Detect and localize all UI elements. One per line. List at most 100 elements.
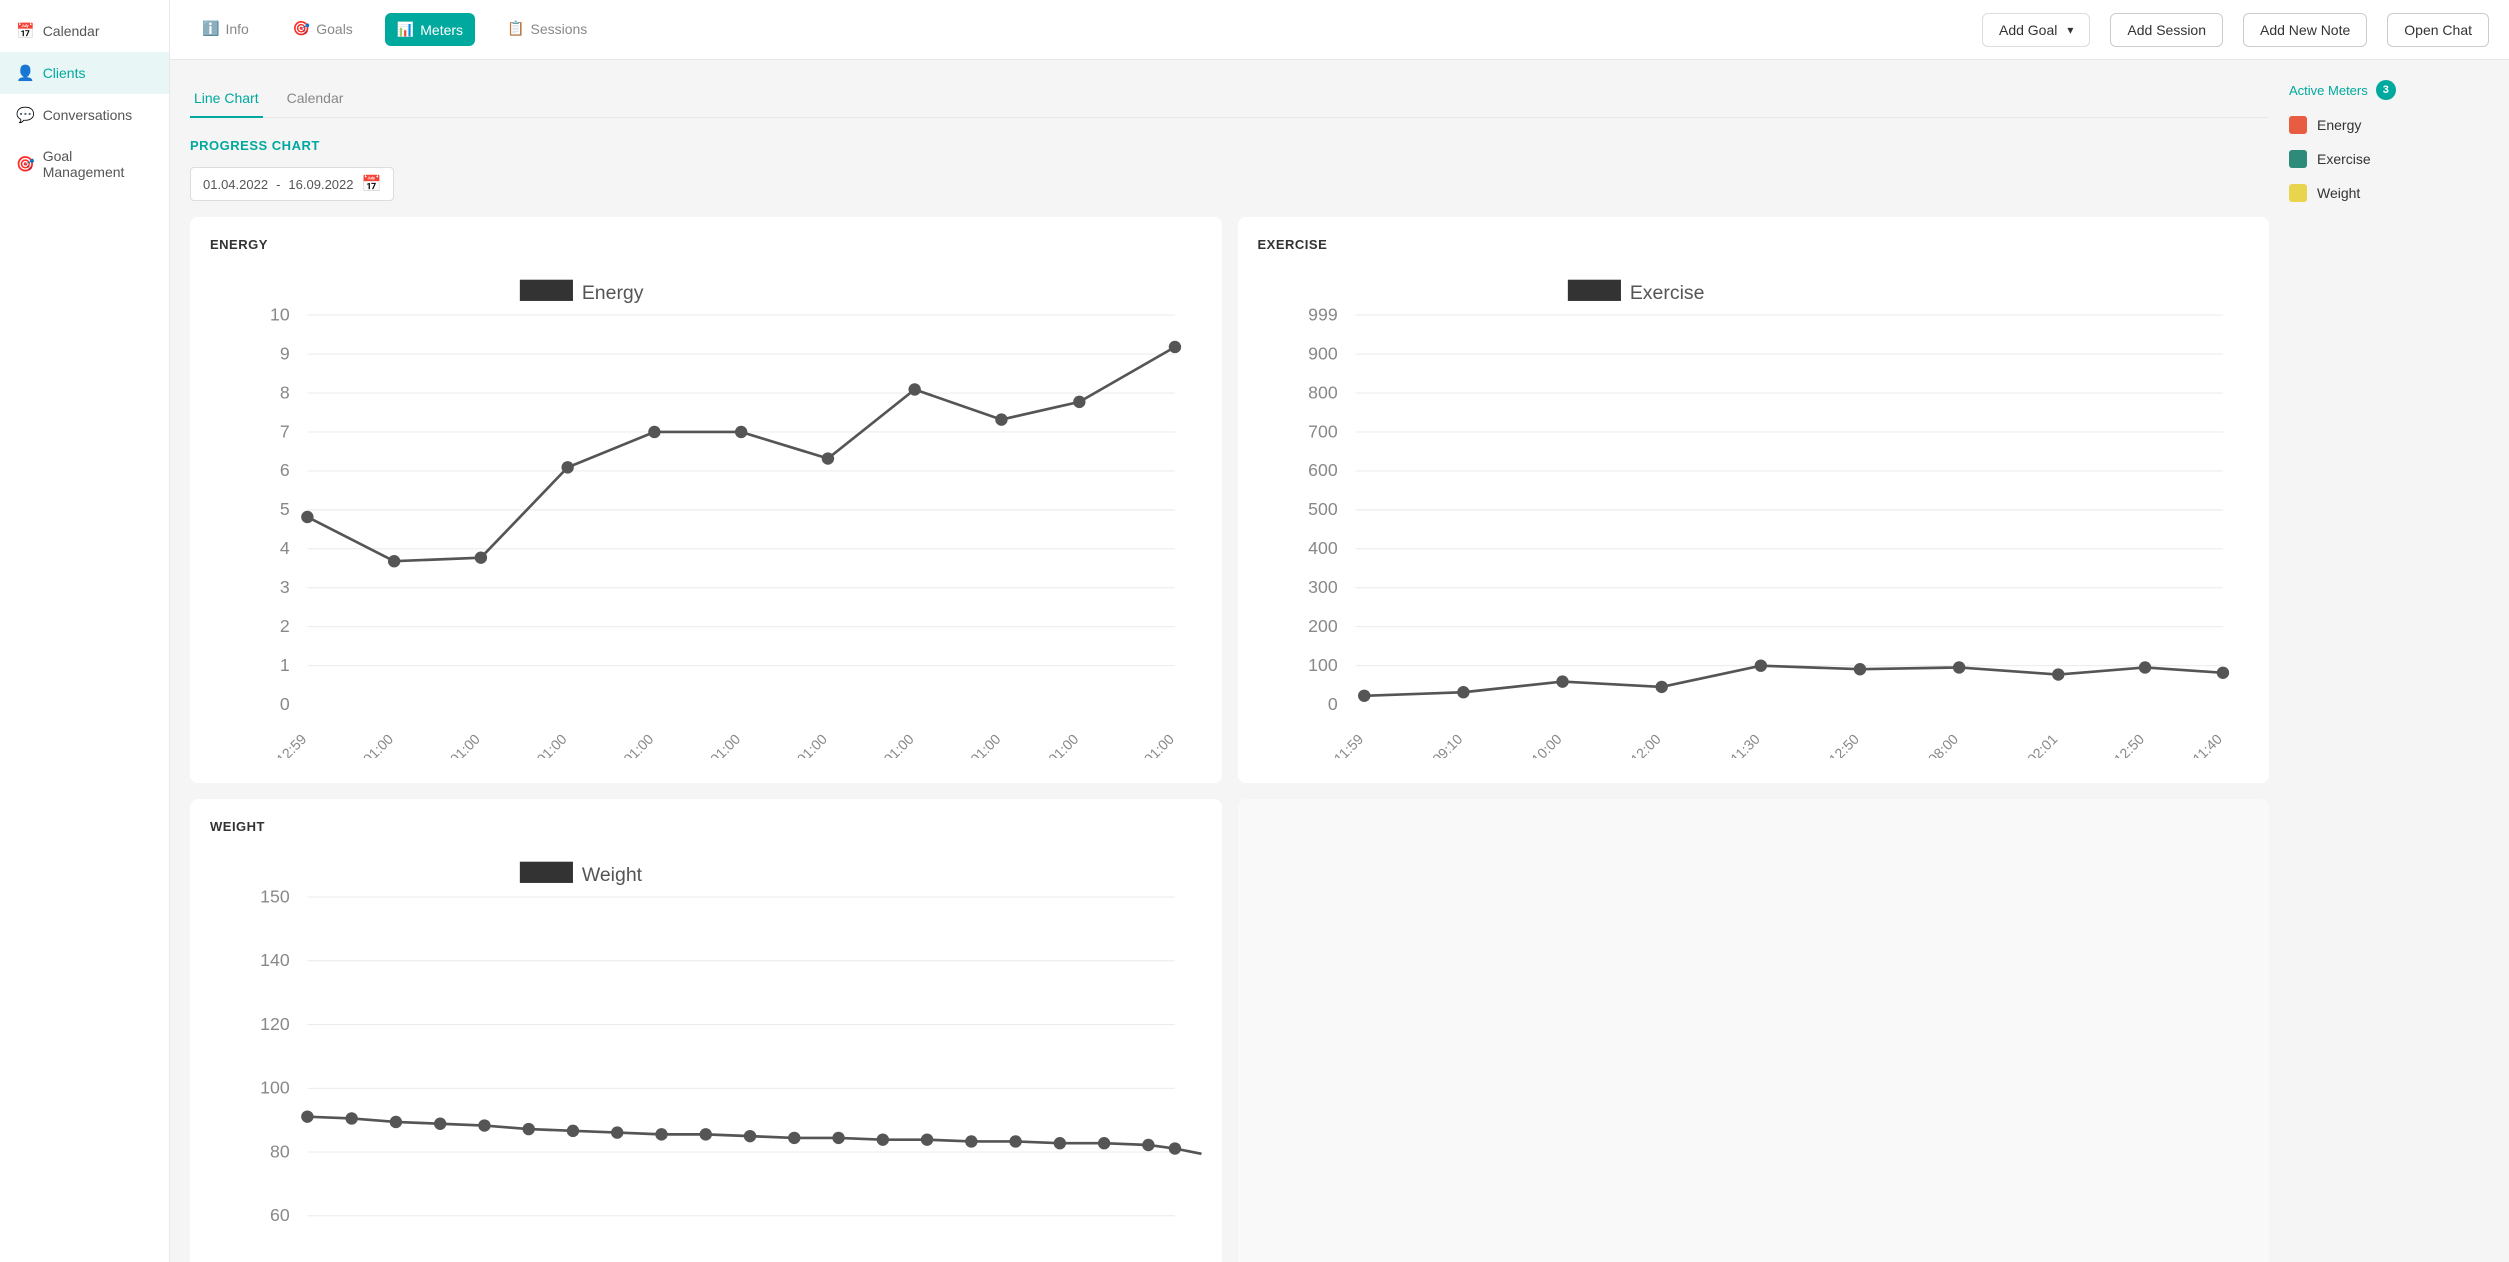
svg-text:07.05.2022 01:00: 07.05.2022 01:00 bbox=[308, 731, 397, 757]
svg-text:14.05.2022 01:00: 14.05.2022 01:00 bbox=[481, 731, 570, 757]
energy-point bbox=[561, 461, 573, 473]
meters-icon: 📊 bbox=[397, 21, 414, 38]
sub-tabs: Line Chart Calendar bbox=[190, 80, 2269, 118]
sidebar-item-calendar[interactable]: 📅 Calendar bbox=[0, 10, 169, 52]
exercise-point bbox=[1853, 663, 1865, 675]
tab-sessions[interactable]: 📋 Sessions bbox=[495, 0, 599, 60]
progress-chart-title: PROGRESS CHART bbox=[190, 138, 2269, 153]
svg-text:200: 200 bbox=[1308, 616, 1338, 636]
weight-point bbox=[345, 1112, 357, 1124]
svg-text:09.05.2022 12:00: 09.05.2022 12:00 bbox=[1575, 731, 1664, 757]
svg-text:2: 2 bbox=[280, 616, 290, 636]
svg-text:100: 100 bbox=[260, 1077, 290, 1097]
energy-line bbox=[307, 347, 1175, 561]
svg-text:500: 500 bbox=[1308, 499, 1338, 519]
svg-text:27.05.2022 01:00: 27.05.2022 01:00 bbox=[828, 731, 917, 757]
svg-text:150: 150 bbox=[260, 886, 290, 906]
exercise-point bbox=[2138, 661, 2150, 673]
weight-point bbox=[832, 1131, 844, 1143]
weight-legend-box bbox=[520, 861, 573, 882]
exercise-chart-svg: Exercise bbox=[1258, 262, 2250, 758]
weight-point bbox=[478, 1119, 490, 1131]
svg-text:30.05.2022 01:00: 30.05.2022 01:00 bbox=[993, 731, 1082, 757]
meter-label-weight: Weight bbox=[2317, 185, 2360, 201]
weight-point bbox=[611, 1126, 623, 1138]
sub-tab-calendar[interactable]: Calendar bbox=[283, 80, 348, 118]
weight-point bbox=[434, 1117, 446, 1129]
meter-label-exercise: Exercise bbox=[2317, 151, 2371, 167]
sidebar-item-clients[interactable]: 👤 Clients bbox=[0, 52, 169, 94]
weight-point bbox=[655, 1128, 667, 1140]
add-session-button[interactable]: Add Session bbox=[2110, 13, 2223, 47]
sidebar-item-goal-management[interactable]: 🎯 Goal Management bbox=[0, 136, 169, 192]
svg-text:17.05.2022 12:50: 17.05.2022 12:50 bbox=[1773, 731, 1862, 757]
calendar-icon: 📅 bbox=[16, 22, 35, 40]
weight-point bbox=[700, 1128, 712, 1140]
add-goal-label: Add Goal bbox=[1999, 22, 2057, 38]
svg-text:16.05.2022 11:30: 16.05.2022 11:30 bbox=[1675, 731, 1764, 757]
weight-point bbox=[1054, 1137, 1066, 1149]
svg-text:20.05.2022 08:00: 20.05.2022 08:00 bbox=[1872, 731, 1961, 757]
sidebar: 📅 Calendar 👤 Clients 💬 Conversations 🎯 G… bbox=[0, 0, 170, 1262]
weight-point bbox=[1009, 1135, 1021, 1147]
svg-text:7: 7 bbox=[280, 421, 290, 441]
svg-text:9: 9 bbox=[280, 343, 290, 363]
tab-info-label: Info bbox=[225, 21, 248, 37]
sidebar-item-conversations[interactable]: 💬 Conversations bbox=[0, 94, 169, 136]
exercise-legend-box bbox=[1567, 280, 1620, 301]
weight-point bbox=[788, 1131, 800, 1143]
sub-tab-line-chart[interactable]: Line Chart bbox=[190, 80, 263, 118]
svg-text:300: 300 bbox=[1308, 577, 1338, 597]
svg-text:400: 400 bbox=[1308, 538, 1338, 558]
energy-chart-container: Energy bbox=[210, 262, 1202, 763]
svg-text:08.05.2022 10:00: 08.05.2022 10:00 bbox=[1476, 731, 1565, 757]
svg-text:23.05.2022 01:00: 23.05.2022 01:00 bbox=[741, 731, 830, 757]
open-chat-label: Open Chat bbox=[2404, 22, 2472, 38]
content-area: Line Chart Calendar PROGRESS CHART 01.04… bbox=[170, 60, 2509, 1262]
svg-text:0: 0 bbox=[1327, 694, 1337, 714]
sidebar-item-label: Goal Management bbox=[43, 148, 153, 180]
exercise-line bbox=[1364, 666, 2223, 696]
weight-point bbox=[877, 1133, 889, 1145]
meter-item-exercise: Exercise bbox=[2289, 150, 2489, 168]
sessions-icon: 📋 bbox=[507, 20, 524, 37]
add-new-note-button[interactable]: Add New Note bbox=[2243, 13, 2367, 47]
exercise-point bbox=[1457, 686, 1469, 698]
svg-text:999: 999 bbox=[1308, 304, 1338, 324]
svg-text:04.05.2022 11:59: 04.05.2022 11:59 bbox=[1278, 731, 1367, 757]
energy-color-swatch bbox=[2289, 116, 2307, 134]
svg-text:1: 1 bbox=[280, 655, 290, 675]
calendar-icon: 📅 bbox=[362, 174, 382, 194]
date-range-picker[interactable]: 01.04.2022 - 16.09.2022 📅 bbox=[190, 167, 394, 201]
tab-goals[interactable]: 🎯 Goals bbox=[281, 0, 365, 60]
top-navigation: ℹ️ Info 🎯 Goals 📊 Meters 📋 Sessions Add … bbox=[170, 0, 2509, 60]
tab-info[interactable]: ℹ️ Info bbox=[190, 0, 261, 60]
weight-chart-container: Weight 150 140 120 bbox=[210, 844, 1202, 1262]
tab-meters[interactable]: 📊 Meters bbox=[385, 13, 475, 46]
tab-goals-label: Goals bbox=[316, 21, 353, 37]
exercise-chart-card: EXERCISE Exercise bbox=[1238, 217, 2270, 783]
main-panel: Line Chart Calendar PROGRESS CHART 01.04… bbox=[190, 80, 2269, 1242]
svg-text:80: 80 bbox=[270, 1141, 290, 1161]
empty-chart-card bbox=[1238, 799, 2270, 1262]
energy-point bbox=[1169, 341, 1181, 353]
weight-legend-label: Weight bbox=[582, 864, 643, 886]
svg-text:8: 8 bbox=[280, 382, 290, 402]
meter-item-energy: Energy bbox=[2289, 116, 2489, 134]
weight-point bbox=[1169, 1142, 1181, 1154]
weight-point bbox=[567, 1124, 579, 1136]
svg-text:4: 4 bbox=[280, 538, 290, 558]
energy-point bbox=[995, 413, 1007, 425]
energy-point bbox=[475, 551, 487, 563]
svg-text:600: 600 bbox=[1308, 460, 1338, 480]
weight-point bbox=[522, 1123, 534, 1135]
date-separator: - bbox=[276, 177, 280, 192]
add-goal-button[interactable]: Add Goal bbox=[1982, 13, 2090, 47]
exercise-point bbox=[1655, 681, 1667, 693]
svg-text:01.06.2022 01:00: 01.06.2022 01:00 bbox=[1089, 731, 1178, 757]
exercise-chart-title: EXERCISE bbox=[1258, 237, 2250, 252]
svg-text:25.05.2022 02:01: 25.05.2022 02:01 bbox=[1971, 731, 2060, 757]
svg-text:700: 700 bbox=[1308, 421, 1338, 441]
open-chat-button[interactable]: Open Chat bbox=[2387, 13, 2489, 47]
goal-icon: 🎯 bbox=[16, 155, 35, 173]
